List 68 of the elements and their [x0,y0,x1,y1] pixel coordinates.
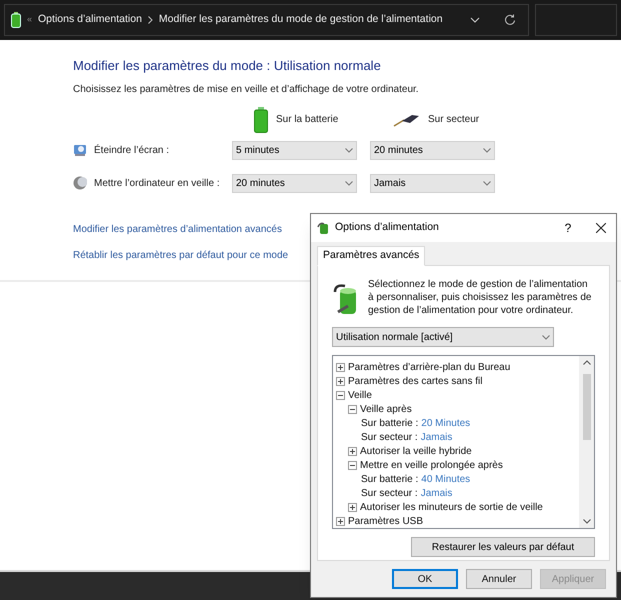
restore-defaults-button[interactable]: Restaurer les valeurs par défaut [411,537,595,557]
setting-name: Sur batterie : [361,416,418,430]
link[interactable]: Modifier les paramètres d’alimentation avancés [73,224,282,234]
dialog-title: Options d’alimentation [335,220,440,236]
setting-name: Sur secteur : [361,430,418,444]
expand-icon[interactable] [348,502,357,512]
scroll-down-icon[interactable] [582,519,590,524]
dialog-description: Sélectionnez le mode de gestion de l’alimentation à personnaliser, puis choisissez les paramètres de gestion de l’alimentation pour votre ordinateur. [368,278,592,317]
expand-icon[interactable] [348,446,357,456]
page-subtitle: Choisissez les paramètres de mise en veille et d’affichage de votre ordinateur. [73,82,420,96]
scroll-thumb[interactable] [582,374,590,440]
search-field[interactable] [535,4,617,36]
battery-icon [11,12,21,28]
dropdown-caret-icon[interactable] [470,17,480,23]
tree-item[interactable]: Veille après [360,402,412,416]
link[interactable]: Rétablir les paramètres par défaut pour ce mode [73,250,288,260]
scroll-up-icon[interactable] [582,360,590,365]
tree-item[interactable]: Paramètres d’arrière-plan du Bureau [348,360,510,374]
tree-item[interactable]: Autoriser la veille hybride [360,444,472,458]
breadcrumb[interactable]: Options d’alimentation [38,12,142,28]
dropdown[interactable]: 5 minutes [232,140,357,160]
scrollbar[interactable] [579,356,594,528]
power-plan-icon [317,221,331,235]
setting-name: Sur batterie : [361,472,418,486]
tree-item[interactable]: Paramètres des cartes sans fil [348,374,482,388]
setting-value[interactable]: Jamais [420,486,452,500]
tree-item[interactable]: Autoriser les minuteurs de sortie de veille [360,500,543,514]
dropdown[interactable]: 20 minutes [232,174,357,192]
refresh-icon[interactable] [504,14,516,26]
column-heading: Sur la batterie [276,113,338,127]
setting-value[interactable]: 20 Minutes [421,416,470,430]
address-bar[interactable]: « Options d’alimentation Modifier les paramètres du mode de gestion de l’alimentation [4,4,529,36]
page-title: Modifier les paramètres du mode : Utilisation normale [73,57,382,75]
help-button[interactable]: ? [550,219,586,237]
caret-icon [483,148,491,152]
setting-value[interactable]: Jamais [420,430,452,444]
collapse-icon[interactable] [348,404,357,414]
caret-icon [542,334,550,340]
setting-name: Sur secteur : [361,486,418,500]
close-icon[interactable] [596,223,606,233]
tree-item[interactable]: Paramètres USB [348,514,424,528]
dialog-button[interactable]: Annuler [466,569,532,589]
dropdown[interactable]: Jamais [370,174,495,192]
power-plan-dropdown[interactable]: Utilisation normale [activé] [332,327,554,347]
setting-value[interactable]: 40 Minutes [421,472,470,486]
monitor-icon [73,143,87,157]
collapse-icon[interactable] [348,460,357,470]
dialog-button[interactable]: OK [392,569,458,589]
tree-item[interactable]: Veille [348,388,372,402]
chevron-right-icon [148,16,153,24]
power-plug-icon [392,112,420,126]
expand-icon[interactable] [336,376,345,386]
breadcrumb[interactable]: Modifier les paramètres du mode de gestion de l’alimentation [158,12,443,28]
overflow-chevron[interactable]: « [27,13,32,27]
collapse-icon[interactable] [336,390,345,400]
dropdown[interactable]: 20 minutes [370,140,495,160]
expand-icon[interactable] [336,362,345,372]
tab[interactable]: Paramètres avancés [317,246,426,266]
setting-label: Mettre l’ordinateur en veille : [94,176,221,190]
caret-icon [483,180,491,186]
battery-icon [254,106,268,132]
moon-icon [73,176,87,190]
setting-label: Éteindre l’écran : [94,143,170,158]
tree-item[interactable]: Mettre en veille prolongée après [360,458,503,472]
expand-icon[interactable] [336,516,345,526]
caret-icon [345,180,353,186]
caret-icon [345,148,353,152]
column-heading: Sur secteur [428,113,480,127]
